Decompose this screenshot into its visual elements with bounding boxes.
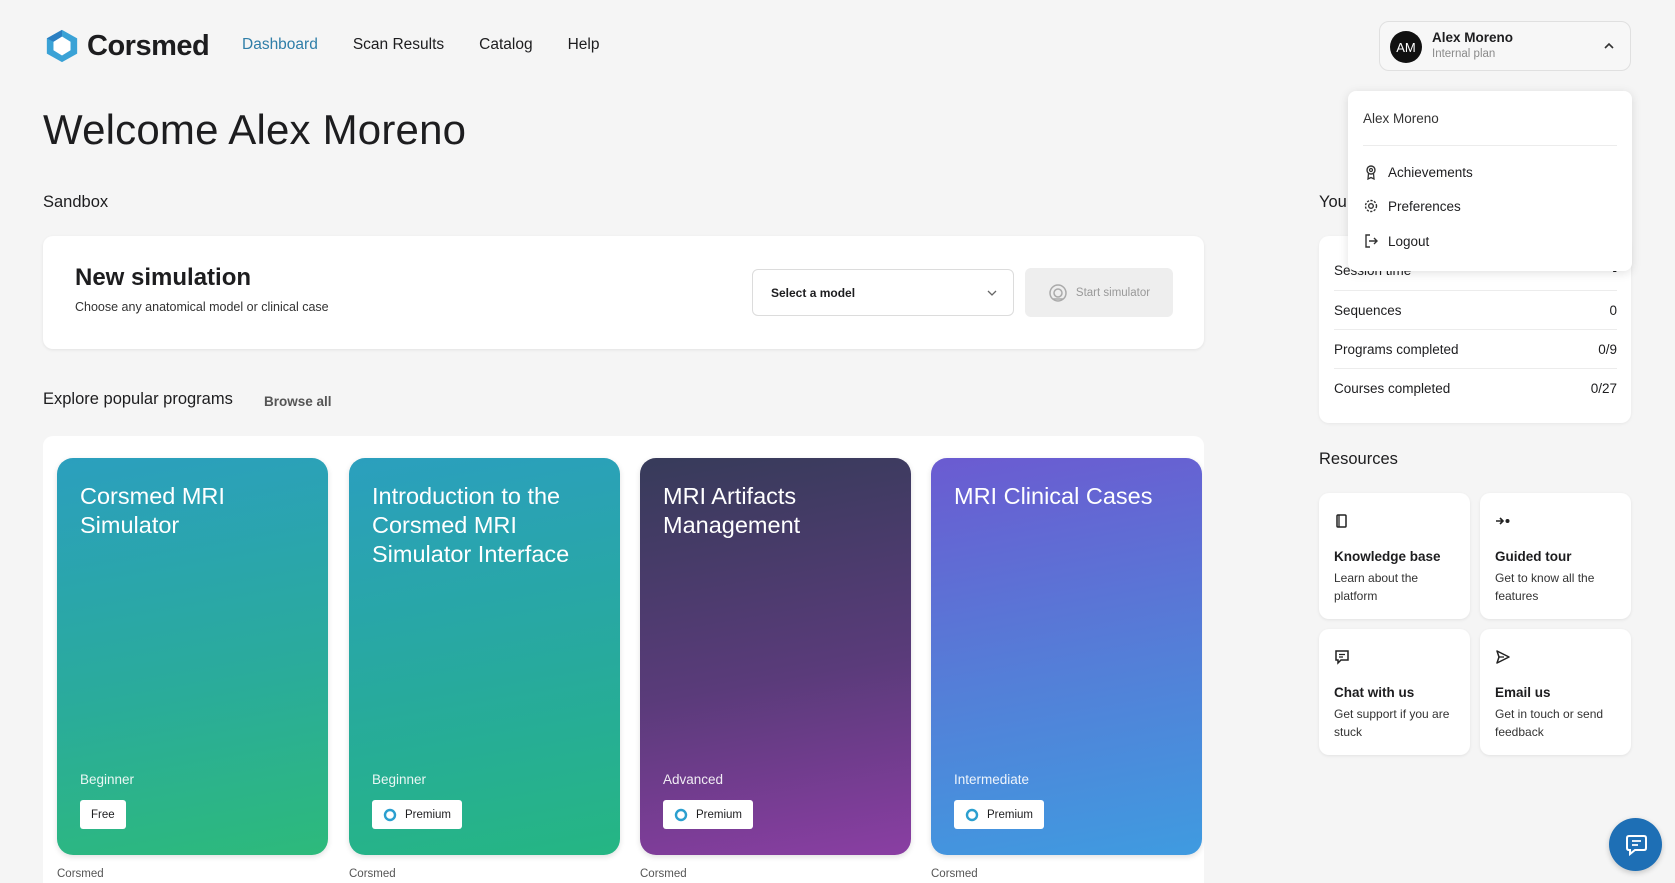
sandbox-heading: Sandbox: [43, 193, 109, 211]
program-card[interactable]: Corsmed MRI Simulator Beginner Free: [57, 458, 328, 855]
program-badge: Premium: [372, 800, 463, 829]
program-badge: Premium: [663, 800, 754, 829]
resource-desc: Learn about the platform: [1334, 571, 1419, 603]
stat-row: Programs completed 0/9: [1334, 329, 1617, 368]
program-author: Corsmed: [640, 868, 687, 880]
menu-item-preferences[interactable]: Preferences: [1363, 198, 1461, 214]
start-simulator-button[interactable]: Start simulator: [1025, 268, 1173, 317]
simulator-icon: [1049, 283, 1067, 302]
program-author: Corsmed: [349, 868, 396, 880]
stat-row: Sequences 0: [1334, 290, 1617, 329]
program-title: Introduction to the Corsmed MRI Simulato…: [372, 483, 570, 567]
user-dropdown: Alex Moreno Achievements Preferences Log…: [1348, 91, 1632, 271]
badge-label: Premium: [405, 808, 452, 821]
page-title: Welcome Alex Moreno: [43, 106, 467, 153]
browse-all-link[interactable]: Browse all: [264, 394, 332, 409]
resource-guided-tour[interactable]: Guided tour Get to know all the features: [1480, 493, 1631, 619]
program-level: Beginner: [372, 772, 427, 787]
nav-help[interactable]: Help: [568, 36, 600, 54]
resource-desc: Get support if you are stuck: [1334, 707, 1450, 739]
resources-heading: Resources: [1319, 450, 1398, 468]
program-level: Beginner: [80, 772, 135, 787]
program-title: MRI Artifacts Management: [663, 483, 801, 538]
corsmed-logo-icon: [674, 808, 688, 821]
start-simulator-label: Start simulator: [1075, 286, 1151, 299]
menu-item-logout[interactable]: Logout: [1363, 233, 1429, 249]
resource-title: Email us: [1495, 685, 1551, 700]
resource-knowledge-base[interactable]: Knowledge base Learn about the platform: [1319, 493, 1470, 619]
nav-catalog[interactable]: Catalog: [479, 36, 532, 54]
model-select[interactable]: Select a model: [752, 269, 1014, 316]
nav-scan-results[interactable]: Scan Results: [353, 36, 444, 54]
stat-label: Courses completed: [1334, 380, 1451, 396]
gear-icon: [1364, 199, 1378, 213]
program-title: MRI Clinical Cases: [954, 483, 1153, 509]
brand-name: Corsmed: [87, 29, 210, 62]
stat-row: Courses completed 0/27: [1334, 368, 1617, 407]
tour-icon: [1496, 517, 1510, 525]
explore-heading: Explore popular programs: [43, 390, 233, 408]
badge-label: Premium: [987, 808, 1034, 821]
program-author: Corsmed: [931, 868, 978, 880]
brand-logo[interactable]: Corsmed: [43, 28, 210, 64]
program-card[interactable]: Introduction to the Corsmed MRI Simulato…: [349, 458, 620, 855]
model-select-label: Select a model: [771, 286, 856, 300]
resource-title: Chat with us: [1334, 685, 1415, 700]
program-author: Corsmed: [57, 868, 104, 880]
program-level: Intermediate: [954, 772, 1030, 787]
corsmed-logo-icon: [383, 808, 397, 821]
chat-support-button[interactable]: [1609, 818, 1662, 871]
chevron-up-icon: [1604, 42, 1614, 49]
program-badge: Free: [80, 800, 126, 829]
avatar: AM: [1390, 31, 1422, 63]
stat-label: Sequences: [1334, 302, 1402, 318]
menu-item-achievements[interactable]: Achievements: [1363, 164, 1473, 180]
simulation-title: New simulation: [75, 264, 252, 291]
logout-icon: [1365, 234, 1378, 248]
resource-title: Guided tour: [1495, 549, 1572, 564]
chevron-down-icon: [987, 290, 997, 296]
main-nav: Dashboard Scan Results Catalog Help: [242, 36, 599, 54]
resource-email[interactable]: Email us Get in touch or send feedback: [1480, 629, 1631, 755]
stat-value: 0: [1609, 302, 1617, 318]
program-card[interactable]: MRI Artifacts Management Advanced Premiu…: [640, 458, 911, 855]
simulation-subtitle: Choose any anatomical model or clinical …: [75, 300, 329, 314]
program-badge: Premium: [954, 800, 1045, 829]
chat-bubble-icon: [1625, 834, 1647, 856]
stat-label: Programs completed: [1334, 341, 1459, 357]
user-menu-toggle[interactable]: AM Alex Moreno Internal plan: [1379, 21, 1631, 71]
stat-value: 0/27: [1590, 380, 1617, 396]
menu-item-label: Preferences: [1388, 198, 1461, 214]
resource-desc: Get to know all the features: [1495, 571, 1595, 603]
program-card[interactable]: MRI Clinical Cases Intermediate Premium: [931, 458, 1202, 855]
nav-dashboard[interactable]: Dashboard: [242, 36, 318, 54]
menu-item-label: Achievements: [1388, 164, 1473, 180]
program-level: Advanced: [663, 772, 724, 787]
chat-icon: [1335, 650, 1349, 665]
book-icon: [1336, 514, 1347, 528]
new-simulation-card: New simulation Choose any anatomical mod…: [43, 236, 1204, 349]
resource-chat[interactable]: Chat with us Get support if you are stuc…: [1319, 629, 1470, 755]
stat-value: 0/9: [1598, 341, 1617, 357]
dropdown-user-name: Alex Moreno: [1363, 111, 1439, 126]
programs-carousel: Corsmed MRI Simulator Beginner Free Cors…: [43, 436, 1204, 883]
award-icon: [1366, 165, 1376, 180]
badge-label: Free: [91, 808, 115, 821]
badge-label: Premium: [696, 808, 743, 821]
user-plan: Internal plan: [1432, 48, 1496, 60]
menu-item-label: Logout: [1388, 233, 1430, 249]
corsmed-logo-icon: [965, 808, 979, 821]
user-name: Alex Moreno: [1432, 30, 1514, 45]
resource-title: Knowledge base: [1334, 549, 1441, 564]
divider: [1363, 145, 1617, 146]
resource-desc: Get in touch or send feedback: [1495, 707, 1604, 739]
program-title: Corsmed MRI Simulator: [80, 483, 225, 538]
stats-heading: You: [1319, 193, 1347, 211]
send-icon: [1496, 650, 1510, 664]
corsmed-logo-icon: [46, 29, 78, 63]
